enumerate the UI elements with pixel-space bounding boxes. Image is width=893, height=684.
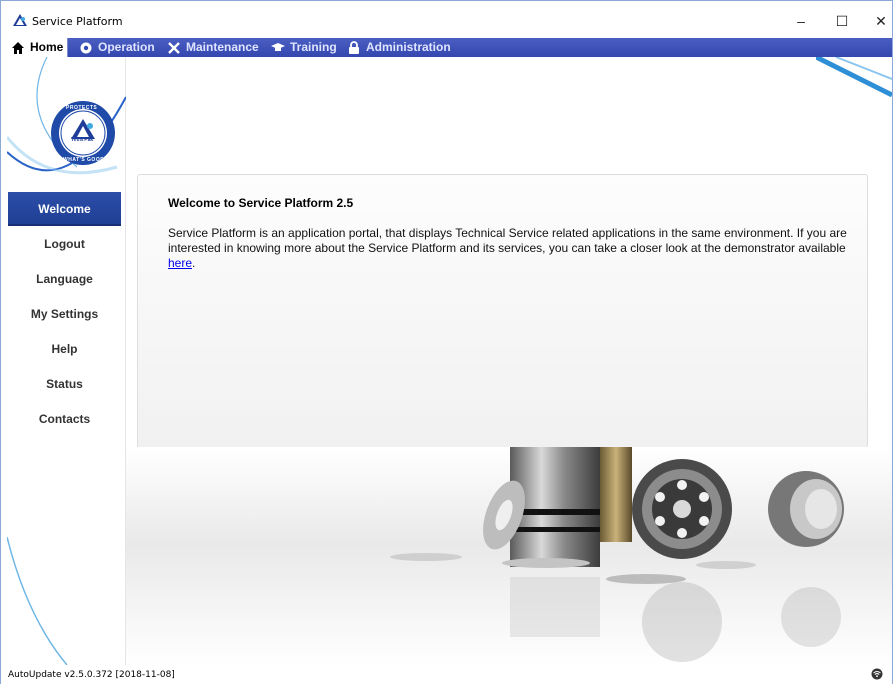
sidebar-item-language[interactable]: Language — [8, 262, 121, 296]
decorative-swoosh-top-right — [816, 57, 892, 97]
home-icon — [11, 41, 25, 55]
demonstrator-link[interactable]: here — [168, 256, 192, 270]
window-title: Service Platform — [32, 15, 123, 28]
status-text: AutoUpdate v2.5.0.372 [2018-11-08] — [8, 670, 175, 680]
sidebar-item-my-settings[interactable]: My Settings — [8, 297, 121, 331]
tab-maintenance[interactable]: Maintenance — [167, 38, 259, 57]
welcome-text-body: Service Platform is an application porta… — [168, 226, 847, 255]
logo-text-whats-good: WHAT'S GOOD — [63, 157, 105, 163]
welcome-text: Service Platform is an application porta… — [168, 226, 858, 271]
minimize-button[interactable]: – — [787, 10, 815, 32]
title-bar: Service Platform – ☐ ✕ — [1, 1, 892, 37]
close-button[interactable]: ✕ — [867, 10, 893, 32]
tab-training[interactable]: Training — [271, 38, 337, 57]
tab-bar-filler — [457, 38, 892, 57]
sidebar-item-logout[interactable]: Logout — [8, 227, 121, 261]
sidebar-nav: Welcome Logout Language My Settings Help… — [7, 192, 126, 437]
sidebar-item-welcome[interactable]: Welcome — [8, 192, 121, 226]
decorative-swoosh — [7, 536, 68, 665]
lock-icon — [347, 40, 361, 55]
tab-operation[interactable]: Operation — [79, 38, 155, 57]
tab-maintenance-label: Maintenance — [186, 40, 259, 54]
app-window: Service Platform – ☐ ✕ Home Operation Ma… — [0, 0, 893, 684]
tab-training-label: Training — [290, 40, 337, 54]
main-tab-bar: Home Operation Maintenance Training Admi… — [7, 38, 892, 57]
logo-text-tetra-pak: Tetra Pak — [71, 137, 94, 143]
sidebar-item-contacts[interactable]: Contacts — [8, 402, 121, 436]
sidebar-item-status[interactable]: Status — [8, 367, 121, 401]
machine-parts-image — [126, 447, 892, 665]
welcome-title: Welcome to Service Platform 2.5 — [168, 196, 354, 210]
sidebar-item-help[interactable]: Help — [8, 332, 121, 366]
welcome-panel: Welcome to Service Platform 2.5 Service … — [137, 174, 868, 448]
tab-operation-label: Operation — [98, 40, 155, 54]
logo-area — [7, 57, 126, 175]
tools-icon — [167, 41, 181, 55]
status-bar: AutoUpdate v2.5.0.372 [2018-11-08] — [1, 665, 892, 684]
welcome-text-end: . — [192, 256, 196, 270]
tab-home[interactable]: Home — [7, 38, 69, 57]
graduation-cap-icon — [271, 41, 285, 55]
tab-administration-label: Administration — [366, 40, 451, 54]
gear-icon — [79, 41, 93, 55]
tab-home-label: Home — [30, 40, 64, 54]
maximize-button[interactable]: ☐ — [828, 10, 856, 32]
tab-administration[interactable]: Administration — [347, 38, 451, 57]
logo-text-protects: PROTECTS — [66, 105, 98, 111]
network-status-icon[interactable] — [871, 668, 883, 680]
tetra-pak-app-icon — [13, 14, 27, 26]
left-pane: PROTECTS Tetra Pak WHAT'S GOOD Welcome L… — [7, 57, 126, 665]
main-content: Welcome to Service Platform 2.5 Service … — [126, 57, 892, 665]
